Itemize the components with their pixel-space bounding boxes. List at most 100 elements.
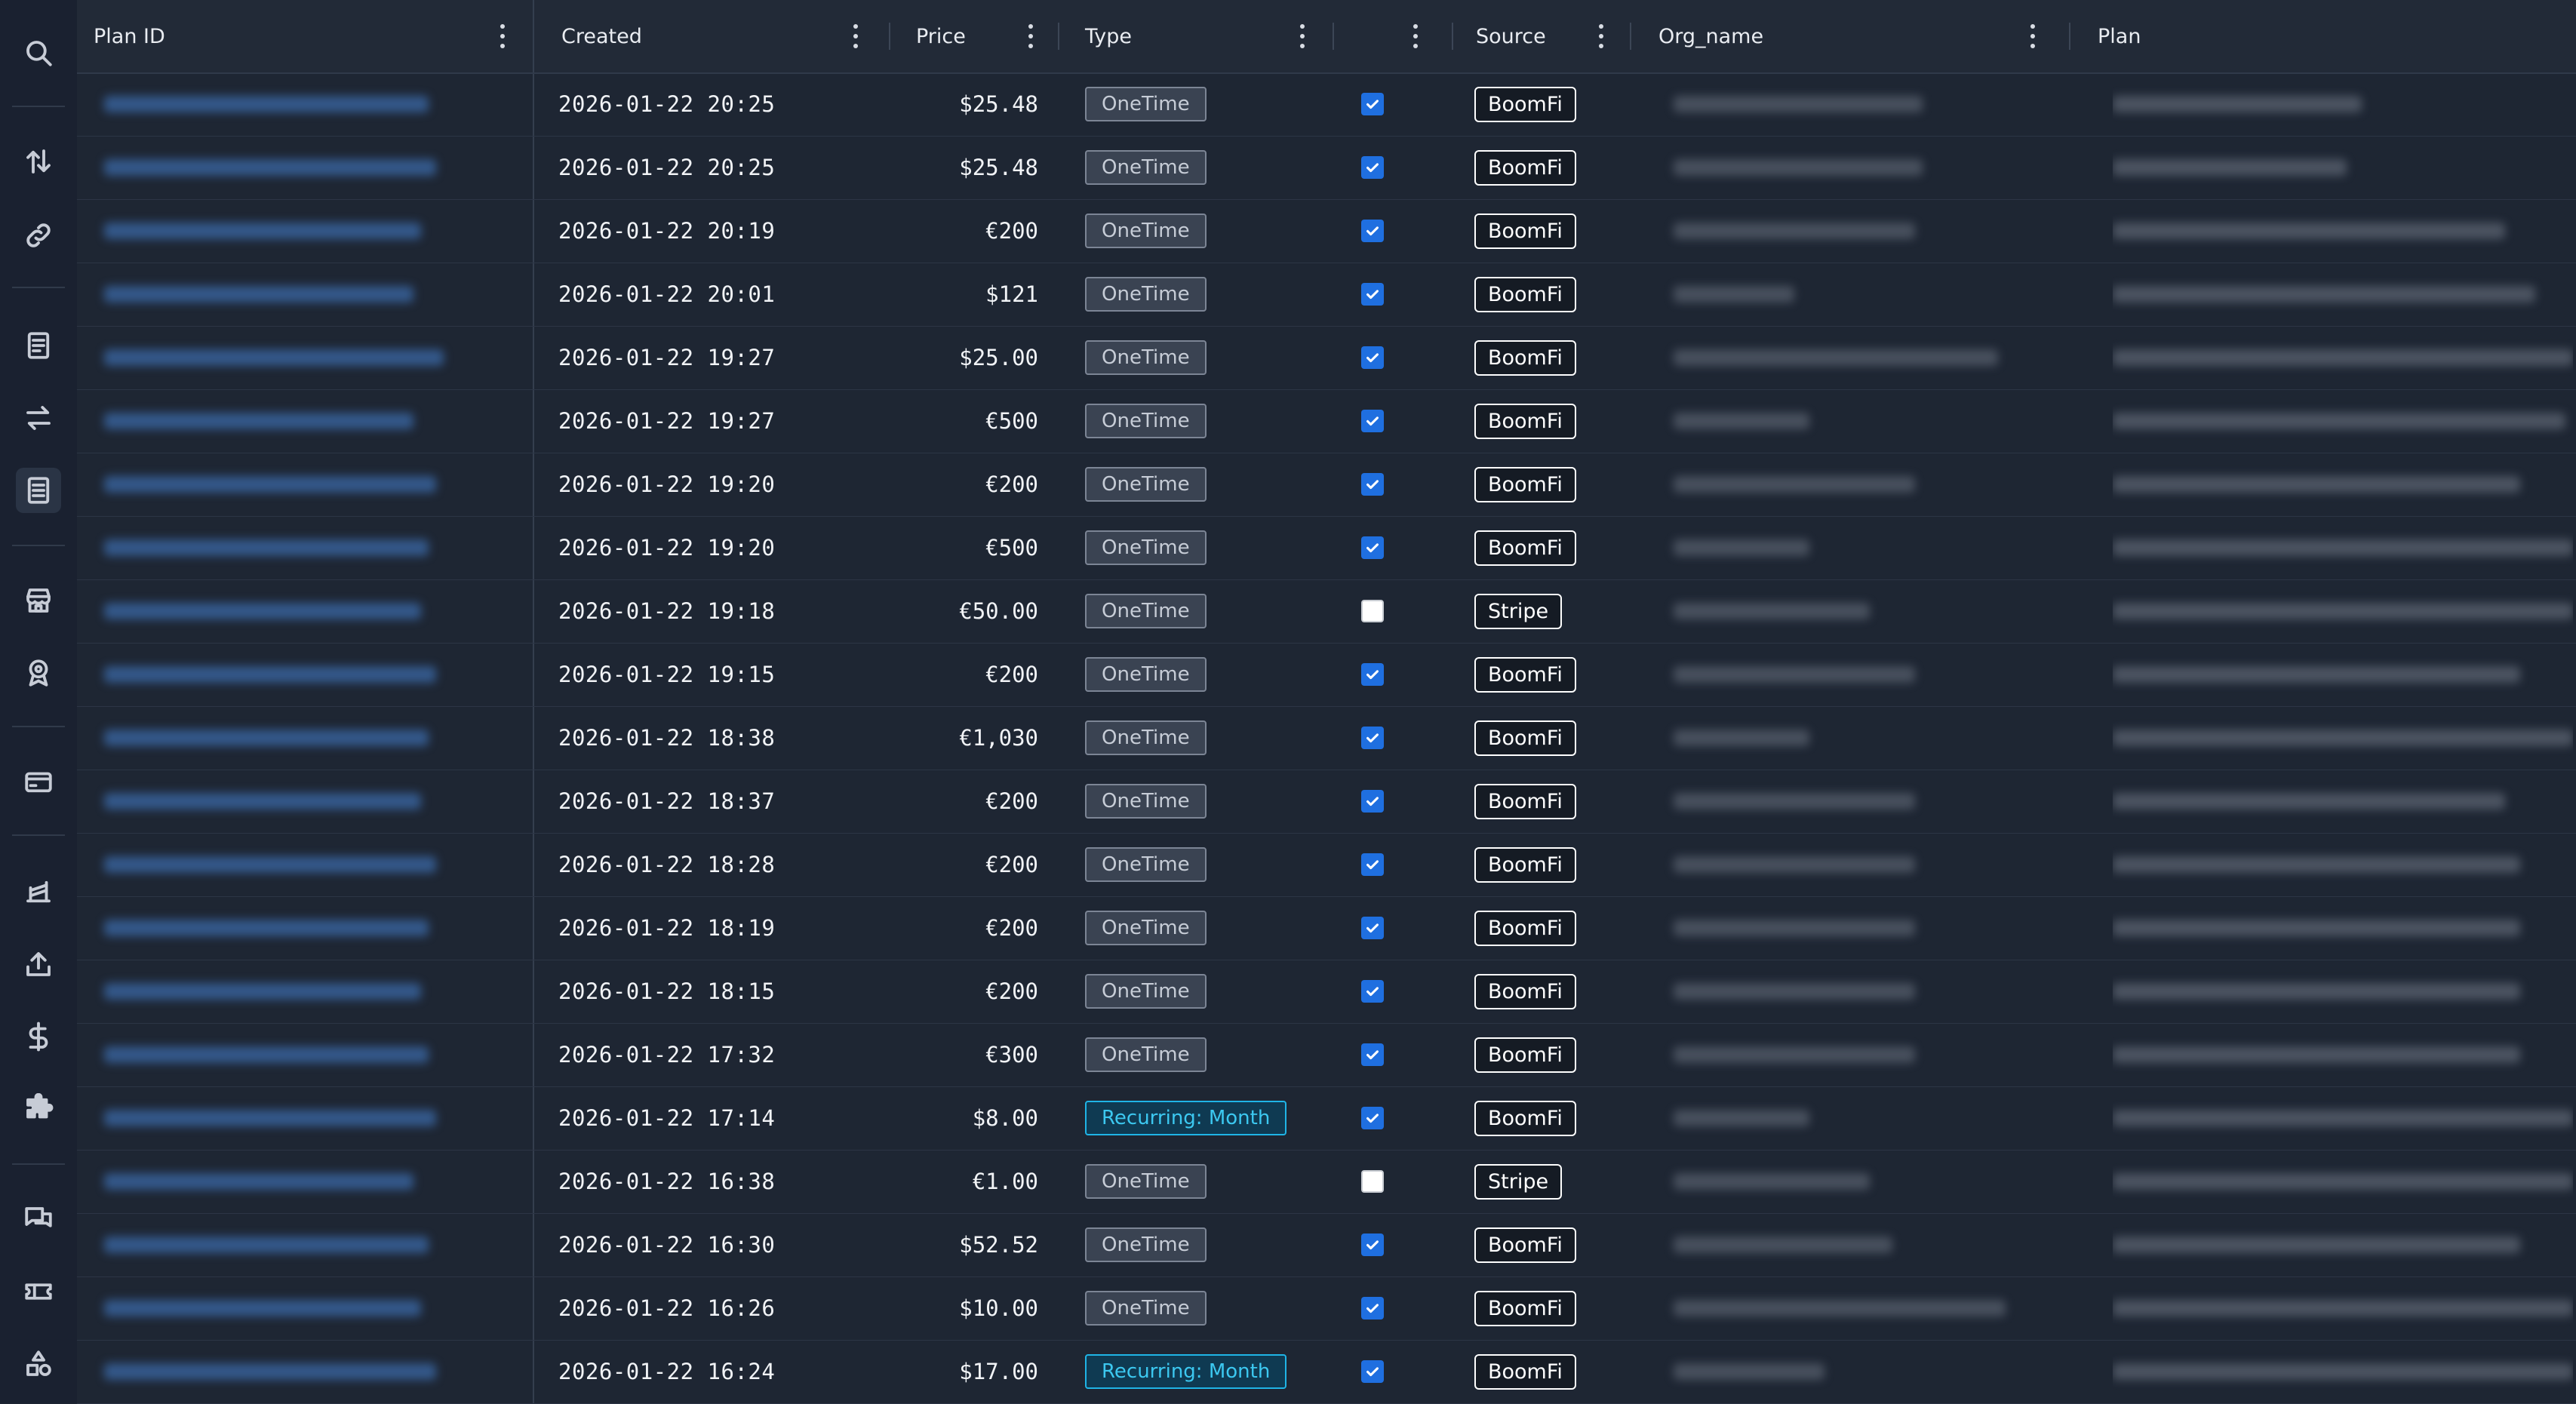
table-row[interactable]: 2026-01-22 18:19 €200 OneTime BoomFi xyxy=(77,896,2576,960)
table-row[interactable]: 2026-01-22 18:38 €1,030 OneTime BoomFi xyxy=(77,706,2576,770)
cell-plan-id[interactable] xyxy=(104,579,527,643)
cell-plan[interactable] xyxy=(2113,263,2573,326)
table-row[interactable]: 2026-01-22 18:28 €200 OneTime BoomFi xyxy=(77,833,2576,897)
table-row[interactable]: 2026-01-22 19:18 €50.00 OneTime Stripe xyxy=(77,579,2576,644)
cell-org-name[interactable] xyxy=(1674,579,2066,643)
cell-plan[interactable] xyxy=(2113,1150,2573,1213)
table-row[interactable]: 2026-01-22 19:27 €500 OneTime BoomFi xyxy=(77,389,2576,453)
checkbox-checked[interactable] xyxy=(1361,853,1384,876)
column-header-plan[interactable]: Plan xyxy=(2070,0,2576,72)
checkbox-checked[interactable] xyxy=(1361,346,1384,369)
checkbox-checked[interactable] xyxy=(1361,156,1384,179)
cell-plan-id[interactable] xyxy=(104,1023,527,1086)
column-menu-icon[interactable] xyxy=(2030,24,2036,48)
cell-org-name[interactable] xyxy=(1674,960,2066,1023)
checkbox-checked[interactable] xyxy=(1361,663,1384,686)
cell-org-name[interactable] xyxy=(1674,770,2066,833)
cell-org-name[interactable] xyxy=(1674,389,2066,453)
table-row[interactable]: 2026-01-22 18:37 €200 OneTime BoomFi xyxy=(77,770,2576,834)
table-row[interactable]: 2026-01-22 19:20 €200 OneTime BoomFi xyxy=(77,453,2576,517)
checkbox-checked[interactable] xyxy=(1361,1107,1384,1129)
cell-org-name[interactable] xyxy=(1674,199,2066,263)
upload-icon[interactable] xyxy=(16,942,61,987)
cell-plan[interactable] xyxy=(2113,706,2573,770)
swap-icon[interactable] xyxy=(16,395,61,441)
table-row[interactable]: 2026-01-22 20:01 $121 OneTime BoomFi xyxy=(77,263,2576,327)
cell-plan[interactable] xyxy=(2113,960,2573,1023)
cell-org-name[interactable] xyxy=(1674,1150,2066,1213)
table-row[interactable]: 2026-01-22 16:24 $17.00 Recurring: Month Bo… xyxy=(77,1340,2576,1404)
cell-plan[interactable] xyxy=(2113,770,2573,833)
cell-plan-id[interactable] xyxy=(104,770,527,833)
table-row[interactable]: 2026-01-22 16:38 €1.00 OneTime Stripe xyxy=(77,1150,2576,1214)
cell-plan[interactable] xyxy=(2113,643,2573,706)
column-header-source[interactable]: Source xyxy=(1453,0,1631,72)
cell-plan-id[interactable] xyxy=(104,199,527,263)
cell-plan-id[interactable] xyxy=(104,1086,527,1150)
table-row[interactable]: 2026-01-22 19:15 €200 OneTime BoomFi xyxy=(77,643,2576,707)
cell-org-name[interactable] xyxy=(1674,1340,2066,1403)
table-row[interactable]: 2026-01-22 18:15 €200 OneTime BoomFi xyxy=(77,960,2576,1024)
cell-plan-id[interactable] xyxy=(104,453,527,516)
column-menu-icon[interactable] xyxy=(853,24,859,48)
cell-plan[interactable] xyxy=(2113,1213,2573,1277)
table-row[interactable]: 2026-01-22 17:14 $8.00 Recurring: Month Boo… xyxy=(77,1086,2576,1151)
table-row[interactable]: 2026-01-22 16:30 $52.52 OneTime BoomFi xyxy=(77,1213,2576,1277)
cell-plan[interactable] xyxy=(2113,516,2573,579)
puzzle-icon[interactable] xyxy=(16,1086,61,1132)
cell-org-name[interactable] xyxy=(1674,896,2066,960)
cell-plan-id[interactable] xyxy=(104,326,527,389)
checkbox-checked[interactable] xyxy=(1361,473,1384,496)
column-menu-icon[interactable] xyxy=(1412,24,1419,48)
cell-plan-id[interactable] xyxy=(104,833,527,896)
cell-plan-id[interactable] xyxy=(104,1150,527,1213)
column-header-price[interactable]: Price xyxy=(890,0,1059,72)
checkbox-checked[interactable] xyxy=(1361,917,1384,939)
cell-plan[interactable] xyxy=(2113,833,2573,896)
checkbox-checked[interactable] xyxy=(1361,1360,1384,1383)
cell-plan-id[interactable] xyxy=(104,960,527,1023)
column-header-org-name[interactable]: Org_name xyxy=(1631,0,2070,72)
cell-org-name[interactable] xyxy=(1674,453,2066,516)
column-menu-icon[interactable] xyxy=(1598,24,1604,48)
cell-plan[interactable] xyxy=(2113,579,2573,643)
column-header-created[interactable]: Created xyxy=(533,0,890,72)
cell-plan[interactable] xyxy=(2113,1086,2573,1150)
cell-plan-id[interactable] xyxy=(104,706,527,770)
ticket-icon[interactable] xyxy=(16,1269,61,1314)
column-header-checked[interactable] xyxy=(1334,0,1453,72)
checkbox-unchecked[interactable] xyxy=(1361,600,1384,622)
stack-icon[interactable] xyxy=(16,869,61,914)
sort-arrows-icon[interactable] xyxy=(16,139,61,184)
dollar-icon[interactable] xyxy=(16,1014,61,1059)
cell-plan[interactable] xyxy=(2113,72,2573,136)
card-icon[interactable] xyxy=(16,759,61,804)
chat-icon[interactable] xyxy=(16,1197,61,1242)
cell-plan[interactable] xyxy=(2113,896,2573,960)
checkbox-checked[interactable] xyxy=(1361,536,1384,559)
cell-org-name[interactable] xyxy=(1674,1086,2066,1150)
cell-plan-id[interactable] xyxy=(104,1340,527,1403)
cell-org-name[interactable] xyxy=(1674,706,2066,770)
checkbox-checked[interactable] xyxy=(1361,93,1384,115)
column-header-type[interactable]: Type xyxy=(1059,0,1334,72)
table-row[interactable]: 2026-01-22 19:27 $25.00 OneTime BoomFi xyxy=(77,326,2576,390)
table-row[interactable]: 2026-01-22 16:26 $10.00 OneTime BoomFi xyxy=(77,1277,2576,1341)
cell-plan-id[interactable] xyxy=(104,1277,527,1340)
column-menu-icon[interactable] xyxy=(1299,24,1305,48)
checkbox-checked[interactable] xyxy=(1361,727,1384,749)
cell-org-name[interactable] xyxy=(1674,136,2066,199)
cell-plan[interactable] xyxy=(2113,1340,2573,1403)
column-header-plan-id[interactable]: Plan ID xyxy=(77,0,533,72)
checkbox-checked[interactable] xyxy=(1361,1043,1384,1066)
cell-plan-id[interactable] xyxy=(104,263,527,326)
cell-plan-id[interactable] xyxy=(104,643,527,706)
store-icon[interactable] xyxy=(16,578,61,623)
checkbox-checked[interactable] xyxy=(1361,410,1384,432)
cell-org-name[interactable] xyxy=(1674,326,2066,389)
cell-plan-id[interactable] xyxy=(104,896,527,960)
cell-plan-id[interactable] xyxy=(104,389,527,453)
checkbox-checked[interactable] xyxy=(1361,283,1384,306)
receipt-icon[interactable] xyxy=(16,468,61,513)
column-menu-icon[interactable] xyxy=(500,24,506,48)
